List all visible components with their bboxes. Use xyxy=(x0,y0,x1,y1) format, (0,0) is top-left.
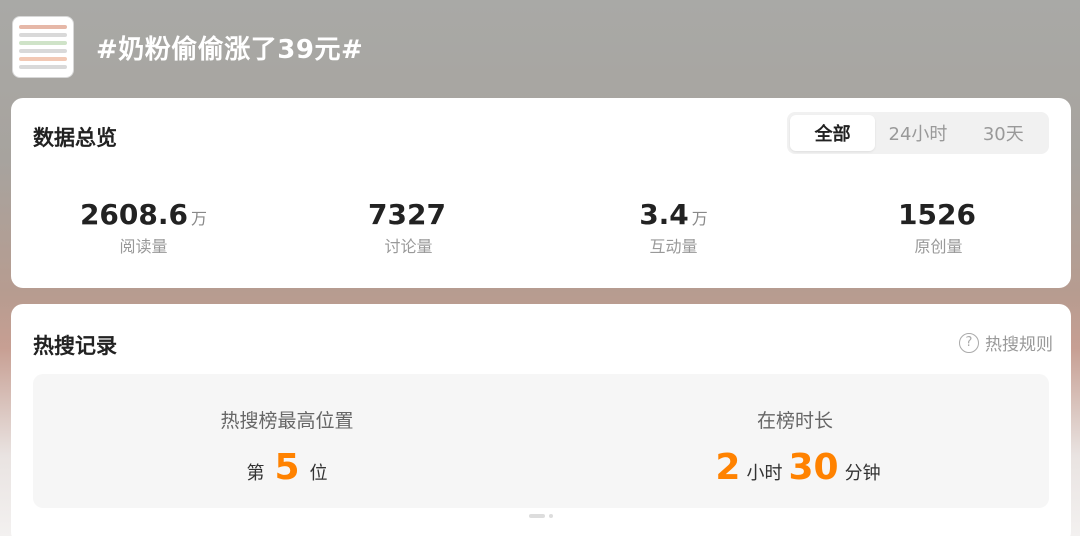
peak-value: 5 xyxy=(274,447,300,488)
stat-unit: 万 xyxy=(691,209,708,228)
duration-hours: 2 xyxy=(715,447,741,488)
overview-card: 数据总览 全部 24小时 30天 2608.6 万 阅读量 7327 讨论量 3.… xyxy=(11,98,1071,288)
peak-prefix: 第 xyxy=(246,463,265,484)
duration-on-list: 在榜时长 2 小时 30 分钟 xyxy=(541,374,1049,508)
peak-suffix: 位 xyxy=(309,463,328,484)
stat-unit: 万 xyxy=(191,209,208,228)
thumbnail-line xyxy=(19,65,67,69)
thumbnail-line xyxy=(19,57,67,61)
tab-24h[interactable]: 24小时 xyxy=(875,115,960,151)
topic-header: #奶粉偷偷涨了39元# xyxy=(12,16,363,78)
hot-search-card: 热搜记录 ? 热搜规则 热搜榜最高位置 第 5 位 在榜时长 2 小时 30 分… xyxy=(11,304,1071,536)
stat-label: 原创量 xyxy=(914,237,963,256)
page-dot-active xyxy=(529,514,545,518)
page-dot xyxy=(549,514,553,518)
thumbnail-line xyxy=(19,33,67,37)
duration-label: 在榜时长 xyxy=(756,410,833,432)
topic-title: #奶粉偷偷涨了39元# xyxy=(96,34,364,65)
stat-value: 1526 xyxy=(898,198,976,231)
stat-label: 阅读量 xyxy=(119,237,168,256)
time-range-selector: 全部 24小时 30天 xyxy=(787,112,1049,154)
tab-30d[interactable]: 30天 xyxy=(961,115,1046,151)
stat-originals: 1526 原创量 xyxy=(806,198,1071,257)
duration-minutes: 30 xyxy=(788,447,839,488)
thumbnail-line xyxy=(19,49,67,53)
stats-row: 2608.6 万 阅读量 7327 讨论量 3.4 万 互动量 1526 原创量 xyxy=(11,198,1071,257)
peak-position-label: 热搜榜最高位置 xyxy=(220,410,354,432)
stat-interactions: 3.4 万 互动量 xyxy=(541,198,806,257)
stat-discussions: 7327 讨论量 xyxy=(276,198,541,257)
thumbnail-line xyxy=(19,41,67,45)
duration-hours-unit: 小时 xyxy=(746,463,783,484)
topic-thumbnail[interactable] xyxy=(12,16,74,78)
stat-value: 7327 xyxy=(368,198,446,231)
hot-search-rules-link[interactable]: ? 热搜规则 xyxy=(959,330,1053,355)
hot-search-stats: 热搜榜最高位置 第 5 位 在榜时长 2 小时 30 分钟 xyxy=(33,374,1049,508)
peak-position: 热搜榜最高位置 第 5 位 xyxy=(33,374,541,508)
question-icon: ? xyxy=(959,332,979,353)
stat-value: 2608.6 xyxy=(79,198,189,231)
thumbnail-line xyxy=(19,25,67,29)
overview-title: 数据总览 xyxy=(33,126,117,150)
hot-search-title: 热搜记录 xyxy=(33,334,117,358)
rules-label: 热搜规则 xyxy=(985,335,1053,355)
tab-all[interactable]: 全部 xyxy=(790,115,876,151)
duration-minutes-unit: 分钟 xyxy=(844,463,881,484)
stat-reads: 2608.6 万 阅读量 xyxy=(11,198,276,257)
stat-label: 讨论量 xyxy=(384,237,433,256)
page-indicator xyxy=(529,514,553,518)
stat-label: 互动量 xyxy=(649,237,698,256)
stat-value: 3.4 xyxy=(639,198,689,231)
